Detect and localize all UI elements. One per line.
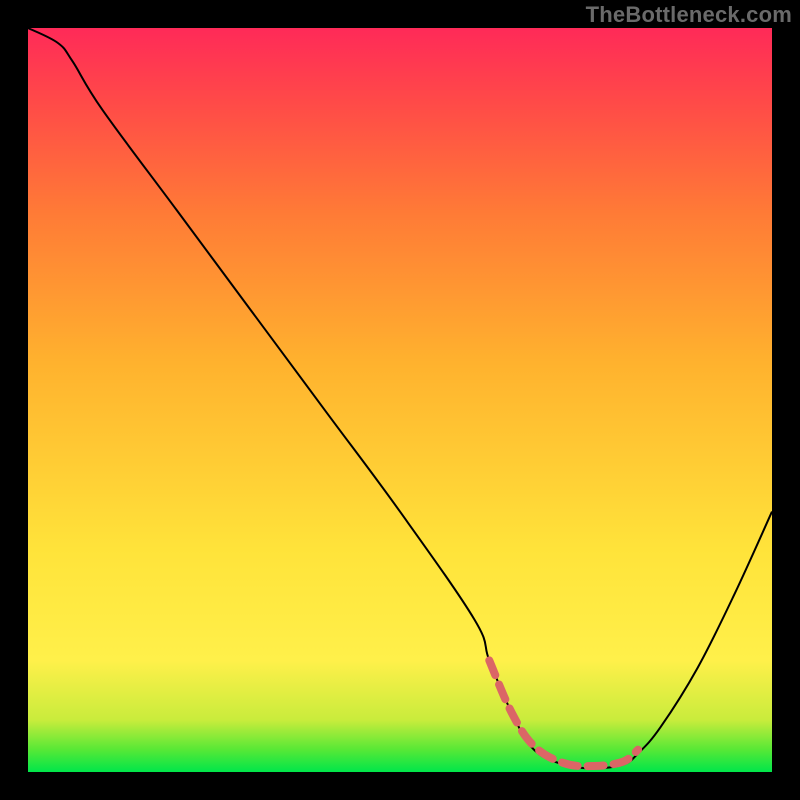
plot-background [28,28,772,772]
bottleneck-chart [0,0,800,800]
chart-stage: TheBottleneck.com [0,0,800,800]
watermark-text: TheBottleneck.com [586,2,792,28]
